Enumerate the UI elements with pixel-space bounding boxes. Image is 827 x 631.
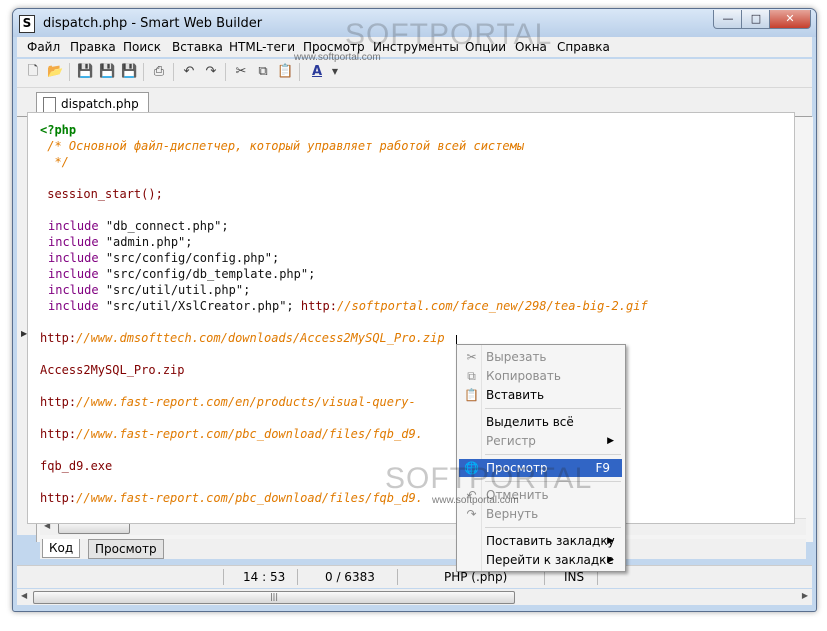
save-icon[interactable]: 💾 bbox=[77, 64, 93, 80]
status-cursor-position: 14 : 53 bbox=[243, 570, 286, 584]
toolbar-separator bbox=[299, 63, 300, 81]
toolbar-separator bbox=[69, 63, 70, 81]
code-line: include "db_connect.php"; bbox=[48, 219, 229, 233]
tab-label: dispatch.php bbox=[61, 97, 139, 111]
submenu-arrow-icon: ▶ bbox=[607, 436, 614, 446]
undo-icon[interactable]: ↶ bbox=[181, 64, 197, 80]
menu-item-case[interactable]: Регистр ▶ bbox=[459, 432, 622, 450]
code-line: <?php bbox=[40, 123, 77, 137]
menu-item-select-all[interactable]: Выделить всё bbox=[459, 413, 622, 431]
code-line: include "src/config/config.php"; bbox=[48, 251, 280, 265]
status-separator bbox=[297, 569, 298, 585]
toolbar-separator bbox=[173, 63, 174, 81]
tab-preview[interactable]: Просмотр bbox=[88, 539, 164, 559]
status-separator bbox=[397, 569, 398, 585]
submenu-arrow-icon: ▶ bbox=[607, 536, 614, 546]
menu-edit[interactable]: Правка bbox=[70, 40, 116, 54]
bottom-scrollbar[interactable]: ◀ ||| ▶ bbox=[17, 589, 812, 605]
minimize-button[interactable]: — bbox=[713, 10, 743, 29]
code-line: include "admin.php"; bbox=[48, 235, 193, 249]
code-line: http://www.fast-report.com/en/products/v… bbox=[40, 395, 416, 409]
new-file-icon[interactable]: 🗋 bbox=[25, 64, 41, 80]
redo-icon: ↷ bbox=[466, 507, 477, 521]
scroll-left-icon[interactable]: ◀ bbox=[21, 591, 27, 600]
save-all-icon[interactable]: 💾 bbox=[121, 64, 137, 80]
menu-help[interactable]: Справка bbox=[557, 40, 610, 54]
code-line: session_start(); bbox=[40, 187, 163, 201]
menu-insert[interactable]: Вставка bbox=[172, 40, 223, 54]
menu-item-paste[interactable]: 📋 Вставить bbox=[459, 386, 622, 404]
menu-item-copy[interactable]: ⧉ Копировать bbox=[459, 367, 622, 385]
scroll-right-icon[interactable]: ▶ bbox=[802, 591, 808, 600]
cut-icon[interactable]: ✂ bbox=[233, 64, 249, 80]
code-line: */ bbox=[40, 155, 69, 169]
paste-icon[interactable]: 📋 bbox=[277, 64, 293, 80]
code-line: http://www.fast-report.com/pbc_download/… bbox=[40, 491, 423, 505]
menu-item-goto-bookmark[interactable]: Перейти к закладке ▶ bbox=[459, 551, 622, 569]
shortcut-label: F9 bbox=[595, 461, 610, 475]
open-folder-icon[interactable]: 📂 bbox=[47, 64, 63, 80]
watermark-url: www.softportal.com bbox=[294, 52, 381, 63]
view-tabs: Код Просмотр bbox=[40, 539, 806, 559]
copy-icon[interactable]: ⧉ bbox=[255, 64, 271, 80]
cut-icon: ✂ bbox=[466, 350, 477, 364]
context-menu: ✂ Вырезать ⧉ Копировать 📋 Вставить Выдел… bbox=[456, 344, 626, 572]
watermark-url: www.softportal.com bbox=[432, 495, 519, 506]
menu-search[interactable]: Поиск bbox=[123, 40, 161, 54]
menu-separator bbox=[485, 527, 621, 528]
code-line: http://www.dmsofttech.com/downloads/Acce… bbox=[40, 331, 445, 345]
code-line: include "src/util/util.php"; bbox=[48, 283, 251, 297]
status-char-count: 0 / 6383 bbox=[325, 570, 375, 584]
menu-file[interactable]: Файл bbox=[27, 40, 60, 54]
menu-item-cut[interactable]: ✂ Вырезать bbox=[459, 348, 622, 366]
menu-html-tags[interactable]: HTML-теги bbox=[229, 40, 295, 54]
toolbar-separator bbox=[225, 63, 226, 81]
status-bar: 14 : 53 0 / 6383 PHP (.php) INS bbox=[17, 565, 812, 588]
watermark-brand: SOFTPORTAL bbox=[345, 18, 553, 51]
paste-icon: 📋 bbox=[464, 388, 479, 402]
app-logo-icon: S bbox=[19, 15, 35, 33]
toolbar: 🗋 📂 💾 💾 💾 ⎙ ↶ ↷ ✂ ⧉ 📋 A ▼ bbox=[17, 59, 812, 88]
status-insert-mode: INS bbox=[564, 570, 585, 584]
close-button[interactable]: ✕ bbox=[769, 10, 811, 29]
watermark-brand: SOFTPORTAL bbox=[385, 462, 593, 495]
save-as-icon[interactable]: 💾 bbox=[99, 64, 115, 80]
menu-item-redo[interactable]: ↷ Вернуть bbox=[459, 505, 622, 523]
scrollbar-thumb[interactable]: ||| bbox=[33, 591, 515, 604]
submenu-arrow-icon: ▶ bbox=[607, 555, 614, 565]
menu-separator bbox=[485, 454, 621, 455]
window-title: dispatch.php - Smart Web Builder bbox=[43, 16, 263, 31]
print-icon[interactable]: ⎙ bbox=[151, 64, 167, 80]
code-line: include "src/config/db_template.php"; bbox=[48, 267, 316, 281]
menu-separator bbox=[485, 408, 621, 409]
toolbar-separator bbox=[143, 63, 144, 81]
code-line: http://www.fast-report.com/pbc_download/… bbox=[40, 427, 423, 441]
code-line: /* Основной файл-диспетчер, который упра… bbox=[40, 139, 525, 153]
redo-icon[interactable]: ↷ bbox=[203, 64, 219, 80]
code-line: include "src/util/XslCreator.php"; http:… bbox=[48, 299, 648, 313]
status-file-mode: PHP (.php) bbox=[444, 570, 508, 584]
font-icon[interactable]: A bbox=[309, 64, 325, 80]
copy-icon: ⧉ bbox=[467, 369, 476, 383]
tab-code[interactable]: Код bbox=[42, 539, 81, 558]
code-line: fqb_d9.exe bbox=[40, 459, 113, 473]
document-icon bbox=[43, 97, 56, 113]
menu-item-set-bookmark[interactable]: Поставить закладку ▶ bbox=[459, 532, 622, 550]
code-line: Access2MySQL_Pro.zip bbox=[40, 363, 185, 377]
dropdown-arrow-icon[interactable]: ▼ bbox=[327, 64, 343, 80]
status-separator bbox=[223, 569, 224, 585]
maximize-button[interactable]: □ bbox=[741, 10, 771, 29]
